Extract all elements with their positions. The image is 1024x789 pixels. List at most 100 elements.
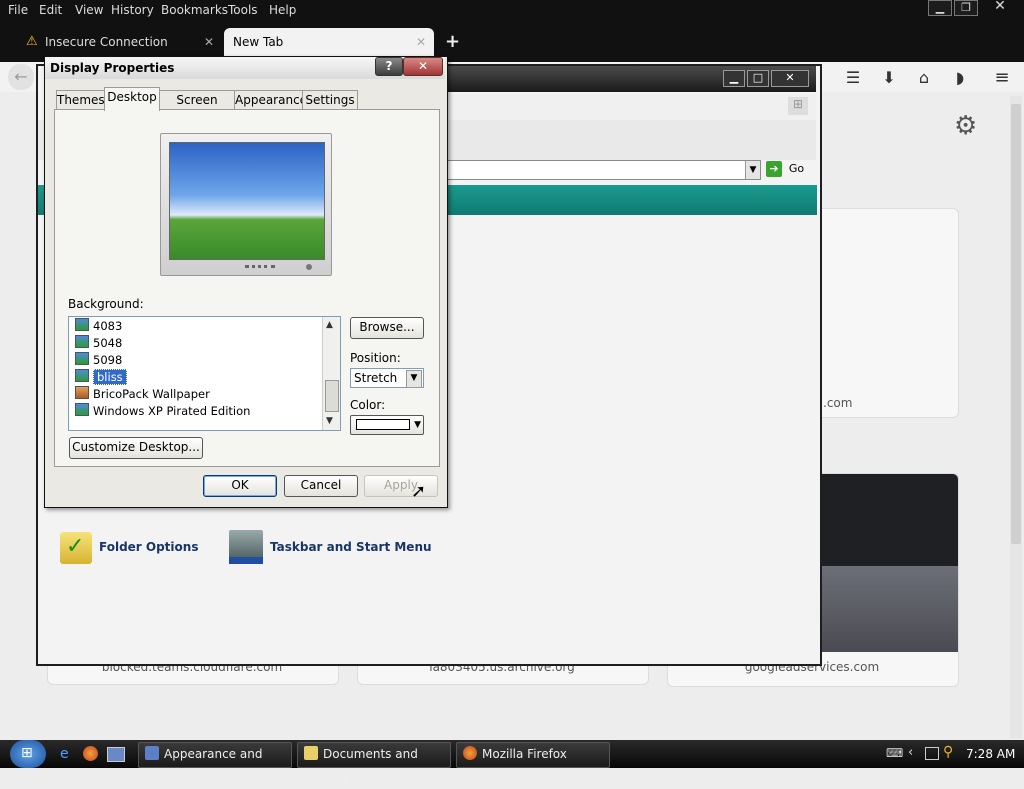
gear-icon[interactable]: ⚙ [954,111,977,141]
tab-settings[interactable]: Settings [302,90,358,110]
position-label: Position: [350,351,401,365]
cancel-button[interactable]: Cancel [284,475,358,497]
menu-history[interactable]: History [111,3,154,17]
close-tab-icon[interactable]: ✕ [416,29,426,55]
folder-options-link[interactable]: Folder Options [99,540,198,554]
search-icon[interactable]: ⚲ [943,744,953,760]
cp-menubar: ⊞ [445,94,816,120]
wallpaper-preview [169,142,325,260]
show-desktop-icon[interactable] [107,747,125,762]
list-item[interactable]: 5098 [75,352,122,368]
monitor-buttons [245,265,275,272]
menu-tools[interactable]: Tools [228,3,258,17]
pocket-icon[interactable]: ◗ [950,68,970,88]
firefox-quicklaunch-icon[interactable] [83,746,98,761]
taskbar-start-menu-link[interactable]: Taskbar and Start Menu [270,540,432,554]
chevron-down-icon[interactable]: ▼ [406,370,422,388]
menu-file[interactable]: File [8,3,28,17]
tab-appearance[interactable]: Appearance [234,90,307,110]
image-file-icon [75,386,89,399]
restore-button[interactable]: ❐ [954,0,978,16]
tab-insecure-connection[interactable]: ⚠ Insecure Connection ✕ [18,29,222,56]
list-scrollbar[interactable]: ▲ ▼ [322,317,340,430]
ie-icon[interactable]: e [60,746,69,762]
image-file-icon [75,318,89,331]
tray-window-icon[interactable] [925,747,939,760]
color-swatch [356,419,410,430]
control-panel-titlebar: ▁ □ ✕ [445,66,816,92]
image-file-icon [75,369,89,382]
home-icon[interactable]: ⌂ [914,68,934,88]
go-arrow-icon: ➔ [766,161,782,177]
folder-icon [304,746,318,760]
menu-help[interactable]: Help [269,3,296,17]
list-item[interactable]: BricoPack Wallpaper [75,386,210,402]
list-item[interactable]: 4083 [75,318,122,334]
tab-label: Insecure Connection [45,35,168,49]
control-panel-icon [145,746,159,760]
chevron-left-icon[interactable]: ‹ [908,745,913,760]
taskbar-item-appearance[interactable]: Appearance and Themes [138,742,292,784]
ok-button[interactable]: OK [203,475,277,497]
cp-maximize-button[interactable]: □ [747,70,769,87]
list-item-selected[interactable]: bliss [75,369,127,385]
list-item[interactable]: 5048 [75,335,122,351]
taskbar-item-documents[interactable]: Documents and Settings [297,742,451,784]
browse-button[interactable]: Browse... [350,317,424,339]
tab-themes[interactable]: Themes [56,90,105,110]
folder-options-icon[interactable]: ✓ [60,532,92,564]
apply-button[interactable]: Apply [364,475,438,497]
hamburger-menu-icon[interactable]: ≡ [992,68,1012,88]
start-button[interactable]: ⊞ [10,740,46,768]
page-scrollbar[interactable] [1010,96,1022,738]
windows-logo-icon: ⊞ [21,745,33,761]
list-item[interactable]: Windows XP Pirated Edition [75,403,250,419]
position-select[interactable]: Stretch ▼ [350,368,424,388]
scroll-up-icon[interactable]: ▲ [326,320,333,330]
cp-content [446,215,818,660]
cp-close-button[interactable]: ✕ [771,70,809,87]
mouse-cursor-icon: ➚ [411,481,427,502]
taskbar-start-menu-icon[interactable] [229,530,263,564]
menu-edit[interactable]: Edit [39,3,62,17]
cp-minimize-button[interactable]: ▁ [723,70,745,87]
back-icon[interactable]: ← [8,64,34,90]
scrollbar-thumb[interactable] [1011,104,1021,544]
color-picker-button[interactable]: ▼ [350,415,424,435]
reading-list-icon[interactable]: ☰ [843,68,863,88]
taskbar-item-firefox[interactable]: Mozilla Firefox [456,742,610,768]
minimize-button[interactable]: ▁ [928,0,952,16]
checkmark-icon: ✓ [66,534,85,559]
dialog-close-icon[interactable]: ✕ [403,57,443,76]
go-button[interactable]: ➔ Go [766,161,808,179]
color-label: Color: [350,398,386,412]
chevron-down-icon[interactable]: ▼ [745,161,760,179]
go-label: Go [788,162,805,175]
windows-logo-icon: ⊞ [788,97,808,115]
clock[interactable]: 7:28 AM [966,747,1015,761]
monitor-preview [160,133,332,276]
menu-view[interactable]: View [75,3,103,17]
close-button[interactable]: ✕ [986,0,1014,14]
image-file-icon [75,352,89,365]
tab-desktop[interactable]: Desktop [104,87,160,111]
power-icon [306,264,312,270]
scroll-down-icon[interactable]: ▼ [326,416,333,426]
dialog-title: Display Properties [50,61,175,75]
dialog-titlebar: Display Properties ? ✕ [45,57,445,79]
new-tab-button[interactable]: + [445,31,460,52]
warning-icon: ⚠ [26,34,38,49]
tab-screen-saver[interactable]: Screen Saver [159,90,235,125]
customize-desktop-button[interactable]: Customize Desktop... [69,437,203,459]
scrollbar-thumb[interactable] [325,380,339,412]
help-icon[interactable]: ? [375,57,403,76]
network-icon[interactable]: ⌨ [886,746,903,760]
download-icon[interactable]: ⬇ [879,68,899,88]
menu-bar: File Edit View History Bookmarks Tools H… [0,0,900,22]
background-label: Background: [68,297,144,311]
firefox-icon [463,746,477,760]
address-input[interactable]: ▼ [446,160,761,180]
close-tab-icon[interactable]: ✕ [204,29,214,55]
menu-bookmarks[interactable]: Bookmarks [161,3,228,17]
image-file-icon [75,403,89,416]
